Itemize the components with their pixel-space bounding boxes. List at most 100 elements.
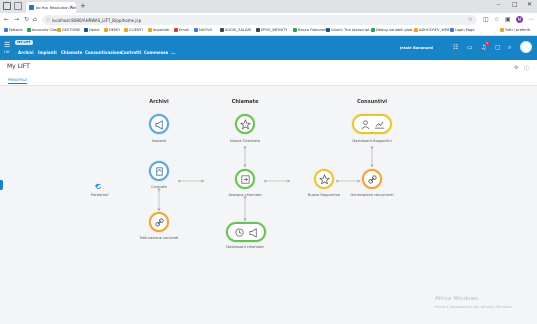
back-icon[interactable]: ←	[4, 16, 9, 23]
maximize-icon[interactable]: □	[512, 1, 518, 8]
impianti-label: Impianti	[151, 139, 167, 143]
new-tab-icon[interactable]: +	[80, 2, 86, 10]
menu-commesse[interactable]: Commesse	[144, 50, 168, 55]
search-icon[interactable]: ⌕	[508, 44, 511, 52]
menu-archivi[interactable]: Archivi	[18, 50, 34, 55]
notification-badge: 3	[485, 42, 489, 46]
document-stack-icon	[155, 166, 163, 176]
bookmark-item[interactable]: DEMO	[104, 28, 120, 32]
nuova-chiamata-label: Nuova Chiamata	[230, 139, 260, 143]
app-header: ☰ MY LIFT Lift Archivi Impianti Chiamate…	[0, 36, 537, 60]
bookmark-item[interactable]: Importati	[148, 28, 170, 32]
hamburger-menu-icon[interactable]: ☰	[4, 41, 10, 49]
contratti-node[interactable]	[149, 161, 169, 181]
megaphone-icon	[154, 119, 163, 130]
minimize-icon[interactable]: –	[497, 1, 500, 8]
windows-watermark-subtitle: Passa a Impostazioni per attivare Window…	[435, 305, 514, 309]
megaphone-icon	[248, 227, 257, 238]
side-panel-toggle[interactable]	[0, 180, 3, 190]
assegna-chiamate-node[interactable]	[235, 169, 255, 189]
chat-icon[interactable]: ▢	[495, 44, 501, 51]
star-icon	[239, 118, 251, 130]
column-title-consuntivi: Consuntivi	[357, 99, 387, 105]
bookmark-folder[interactable]: Tutti i preferiti	[500, 28, 530, 32]
bookmarks-bar: Fattoria Accounts Clienti GESTIONE Home …	[0, 27, 537, 36]
menu-consuntivazione[interactable]: Consuntivazione	[85, 50, 122, 55]
info-icon[interactable]: ⓘ	[46, 17, 50, 23]
star-icon	[318, 173, 330, 185]
start-icon	[94, 183, 102, 190]
tab-favicon-icon	[29, 5, 34, 10]
window-menu-icon[interactable]	[3, 2, 11, 10]
assegna-chiamate-label: Assegna chiamate	[228, 193, 262, 197]
contratti-label: Contratti	[151, 185, 167, 189]
close-window-icon[interactable]: ✕	[527, 1, 532, 8]
bookmark-item[interactable]: Home	[84, 28, 100, 32]
menu-contratti[interactable]: Contratti	[121, 50, 141, 55]
bookmark-item[interactable]: NUOVO	[194, 28, 212, 32]
person-icon	[361, 119, 369, 129]
bookmark-item[interactable]: EPOS_INFINITY	[256, 28, 287, 32]
browser-profile-avatar[interactable]: M	[516, 16, 523, 23]
collections-icon[interactable]: ▣	[505, 16, 511, 23]
help-icon[interactable]: ⓘ	[524, 65, 529, 72]
bookmark-item[interactable]: CLIENTI	[124, 28, 143, 32]
dashboard-rapportini-node[interactable]	[352, 114, 392, 134]
assign-arrow-icon	[240, 174, 250, 184]
menu-chiamate[interactable]: Chiamate	[61, 50, 82, 55]
page-title: My LIFT	[7, 63, 30, 70]
app-logo[interactable]: MY LIFT	[15, 40, 33, 45]
browser-menu-icon[interactable]: ⋯	[528, 16, 534, 23]
bookmark-item[interactable]: Giunti: The Javascript...	[326, 28, 373, 32]
reading-icon[interactable]: ◫	[483, 16, 489, 23]
impianti-node[interactable]	[149, 114, 169, 134]
chart-icon	[374, 121, 384, 129]
url-field[interactable]: ⓘ localhost:8080/AHRWAS_LIFT_B/pp/home.j…	[42, 15, 477, 25]
address-bar-row: ← → ↻ ⌂ ⓘ localhost:8080/AHRWAS_LIFT_B/p…	[0, 13, 537, 27]
bookmark-item[interactable]: Accounts Clienti	[27, 28, 61, 32]
link-icon	[367, 174, 377, 184]
browser-tab[interactable]: Ad Hoc Revolution Web ✕	[26, 2, 76, 13]
menu-more[interactable]: ...	[171, 50, 176, 55]
start-label: Partiamo?	[91, 193, 109, 197]
bookmark-item[interactable]: GESTIONE	[57, 28, 80, 32]
user-avatar[interactable]	[520, 41, 532, 53]
settings-icon[interactable]: ⚙	[514, 65, 518, 71]
bookmark-item[interactable]: ADHOCREV_WEB	[414, 28, 450, 32]
flow-canvas	[0, 86, 537, 324]
browser-tab-bar: Ad Hoc Revolution Web ✕ + – □ ✕	[0, 0, 537, 13]
user-name[interactable]: Jessie Bonanomi	[400, 46, 433, 50]
tab-principale[interactable]: PRINCIPALE	[8, 78, 28, 84]
generazione-documenti-label: Generazione documenti	[350, 193, 394, 197]
bookmark-star-icon[interactable]: ☆	[468, 16, 473, 23]
windows-watermark-title: Attiva Windows	[435, 296, 479, 302]
url-text: localhost:8080/AHRWAS_LIFT_B/pp/home.jsp	[52, 17, 142, 23]
dashboard-chiamate-node[interactable]	[226, 222, 266, 242]
nuova-chiamata-node[interactable]	[235, 114, 255, 134]
bookmark-item[interactable]: Login Page	[450, 28, 475, 32]
bookmark-item[interactable]: Fattoria	[4, 28, 23, 32]
fatturazione-label: Fatturazione contratti	[139, 236, 179, 240]
column-title-chiamate: Chiamate	[231, 99, 259, 105]
forward-icon[interactable]: →	[14, 16, 19, 23]
monitor-icon[interactable]: ▭	[467, 44, 473, 51]
bookmark-item[interactable]: AGGIS_SALARI	[220, 28, 251, 32]
favorites-icon[interactable]: ☆	[494, 16, 499, 23]
page-header: My LIFT PRINCIPALE ⚙ ⓘ	[0, 60, 537, 86]
apps-grid-icon[interactable]: ☷	[453, 44, 458, 51]
dashboard-rapportini-label: Dashboard Rapportini	[352, 139, 392, 143]
generazione-documenti-node[interactable]	[362, 169, 382, 189]
tab-actions-icon[interactable]	[14, 2, 22, 10]
column-title-archivi: Archivi	[149, 99, 169, 105]
nav-home-link[interactable]: Lift	[4, 50, 9, 54]
tab-close-icon[interactable]: ✕	[70, 4, 73, 9]
bookmark-item[interactable]: Debug variabili glob...	[371, 28, 416, 32]
nuovo-rapportino-node[interactable]	[314, 169, 334, 189]
menu-impianti[interactable]: Impianti	[38, 50, 57, 55]
dashboard-chiamate-label: Dashboard chiamate	[226, 245, 264, 249]
reload-icon[interactable]: ↻	[24, 16, 29, 23]
bookmark-item[interactable]: Email	[174, 28, 189, 32]
bookmark-item[interactable]: Banca Fideuram	[293, 28, 327, 32]
home-icon[interactable]: ⌂	[33, 16, 37, 23]
fatturazione-node[interactable]	[149, 212, 169, 232]
